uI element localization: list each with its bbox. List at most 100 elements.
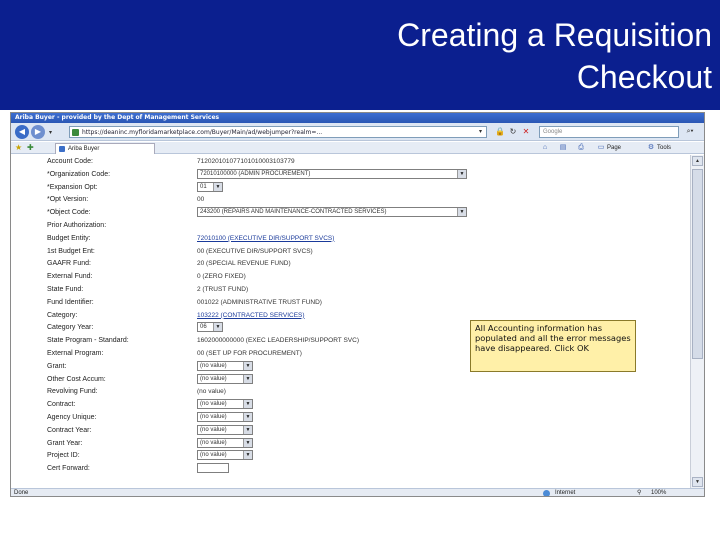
- history-dropdown-icon[interactable]: ▾: [49, 129, 52, 136]
- field-label: *Object Code:: [47, 209, 91, 217]
- field-value: 0 (ZERO FIXED): [197, 273, 246, 281]
- form-row: Contract Year: (no value) ▼: [11, 424, 689, 436]
- field-select[interactable]: 72010100000 (ADMIN PROCUREMENT) ▼: [197, 168, 467, 179]
- field-label: External Program:: [47, 350, 104, 357]
- form-row: Project ID: (no value) ▼: [11, 450, 689, 461]
- field-select[interactable]: (no value) ▼: [197, 450, 253, 461]
- zoom-icon[interactable]: ⚲: [637, 489, 641, 496]
- field-link[interactable]: 72010100 (EXECUTIVE DIR/SUPPORT SVCS): [197, 233, 334, 244]
- chevron-down-icon[interactable]: ▼: [243, 374, 252, 383]
- status-text: Done: [14, 490, 29, 496]
- form-row: Contract: (no value) ▼: [11, 399, 689, 410]
- field-value: 2 (TRUST FUND): [197, 286, 249, 293]
- field-select[interactable]: (no value) ▼: [197, 360, 253, 371]
- tab-ariba-buyer[interactable]: Ariba Buyer: [55, 143, 155, 154]
- field-label: Contract:: [47, 401, 76, 409]
- field-label: State Program - Standard:: [47, 337, 129, 345]
- home-icon[interactable]: ⌂: [541, 144, 549, 152]
- browser-window: Ariba Buyer - provided by the Dept of Ma…: [10, 112, 705, 497]
- lock-icon[interactable]: 🔒: [495, 127, 505, 137]
- address-bar[interactable]: https://deaninc.myfloridamarketplace.com…: [69, 126, 487, 138]
- field-select[interactable]: (no value) ▼: [197, 373, 253, 384]
- field-select[interactable]: (no value) ▼: [197, 437, 253, 448]
- field-label: Category:: [47, 311, 78, 319]
- chevron-down-icon[interactable]: ▼: [243, 425, 252, 434]
- form-row: External Fund: 0 (ZERO FIXED): [11, 271, 689, 282]
- field-label: External Fund:: [47, 273, 93, 281]
- field-label: Prior Authorization:: [47, 222, 107, 229]
- search-input[interactable]: Google: [539, 126, 679, 138]
- form-row: Grant Year: (no value) ▼: [11, 437, 689, 449]
- field-value: 712020101077101010003103779: [197, 158, 295, 165]
- search-icon[interactable]: ⌕▾: [682, 126, 698, 138]
- field-value: 20 (SPECIAL REVENUE FUND): [197, 260, 291, 268]
- field-select-value: (no value): [200, 426, 227, 433]
- address-dropdown-icon[interactable]: ▾: [479, 128, 482, 135]
- chevron-down-icon[interactable]: ▼: [213, 323, 222, 332]
- chevron-down-icon[interactable]: ▼: [243, 400, 252, 409]
- vertical-scrollbar[interactable]: ▲ ▼: [690, 155, 704, 488]
- field-label: *Opt Version:: [47, 196, 89, 204]
- chevron-down-icon[interactable]: ▼: [213, 182, 222, 191]
- form-row: *Organization Code: 72010100000 (ADMIN PR…: [11, 168, 689, 180]
- field-label: Grant Year:: [47, 439, 83, 447]
- form-row: Category: 103222 (CONTRACTED SERVICES): [11, 310, 689, 321]
- back-button[interactable]: ◀: [15, 125, 29, 139]
- forward-button[interactable]: ▶: [31, 125, 45, 139]
- field-select[interactable]: (no value) ▼: [197, 399, 253, 410]
- status-bar: Done Internet ⚲ 100%: [11, 488, 704, 496]
- chevron-down-icon[interactable]: ▼: [243, 438, 252, 447]
- field-input[interactable]: [197, 463, 229, 474]
- navigation-bar: ◀ ▶ ▾ https://deaninc.myfloridamarketpla…: [11, 123, 704, 141]
- field-value: 00: [197, 196, 205, 204]
- field-select[interactable]: 06 ▼: [197, 322, 223, 333]
- chevron-down-icon[interactable]: ▼: [243, 413, 252, 421]
- favorites-star-icon[interactable]: ★: [15, 143, 22, 153]
- stop-icon[interactable]: ✕: [521, 127, 531, 137]
- window-title: Ariba Buyer - provided by the Dept of Ma…: [11, 113, 704, 123]
- field-value: 00 (SET UP FOR PROCUREMENT): [197, 350, 302, 357]
- field-select[interactable]: (no value) ▼: [197, 424, 253, 435]
- form-row: Prior Authorization:: [11, 220, 689, 231]
- feeds-icon[interactable]: ▤: [559, 144, 567, 152]
- field-value: (no value): [197, 388, 226, 396]
- scroll-up-button[interactable]: ▲: [692, 156, 703, 166]
- tab-bar: ★ ✚ Ariba Buyer ⌂ ▤ ⎙ ▭ Page ⚙ Tools: [11, 142, 704, 154]
- field-label: Agency Unique:: [47, 414, 97, 421]
- field-select[interactable]: 243200 (REPAIRS AND MAINTENANCE-CONTRACT…: [197, 207, 467, 218]
- field-label: Fund Identifier:: [47, 298, 94, 306]
- chevron-down-icon[interactable]: ▼: [457, 208, 466, 217]
- instruction-callout: All Accounting information has populated…: [470, 320, 636, 372]
- field-label: Cert Forward:: [47, 465, 90, 473]
- tools-menu[interactable]: Tools: [657, 143, 671, 153]
- form-row: Other Cost Accum: (no value) ▼: [11, 373, 689, 385]
- field-select-value: 06: [200, 324, 207, 331]
- globe-icon: [543, 490, 550, 496]
- field-select-value: (no value): [200, 414, 227, 420]
- form-row: *Expansion Opt: 01 ▼: [11, 181, 689, 193]
- scroll-thumb[interactable]: [692, 169, 703, 359]
- slide-header: Creating a Requisition Checkout: [0, 0, 720, 110]
- field-link[interactable]: 103222 (CONTRACTED SERVICES): [197, 310, 305, 321]
- field-select-value: 72010100000 (ADMIN PROCUREMENT): [200, 170, 311, 177]
- scroll-down-button[interactable]: ▼: [692, 477, 703, 487]
- field-label: Other Cost Accum:: [47, 375, 106, 383]
- field-label: Grant:: [47, 362, 67, 370]
- secure-site-icon: [72, 129, 79, 136]
- field-label: GAAFR Fund:: [47, 260, 91, 268]
- security-zone: Internet: [555, 490, 576, 496]
- zoom-level[interactable]: 100%: [651, 489, 666, 496]
- print-icon[interactable]: ⎙: [577, 144, 585, 152]
- chevron-down-icon[interactable]: ▼: [243, 451, 252, 460]
- form-row: 1st Budget Ent: 00 (EXECUTIVE DIR/SUPPORT…: [11, 246, 689, 257]
- refresh-icon[interactable]: ↻: [508, 127, 518, 137]
- chevron-down-icon[interactable]: ▼: [243, 361, 252, 370]
- field-select-value: 243200 (REPAIRS AND MAINTENANCE-CONTRACT…: [200, 209, 387, 216]
- form-row: GAAFR Fund: 20 (SPECIAL REVENUE FUND): [11, 258, 689, 269]
- field-select[interactable]: (no value) ▼: [197, 412, 253, 422]
- chevron-down-icon[interactable]: ▼: [457, 169, 466, 178]
- field-select[interactable]: 01 ▼: [197, 181, 223, 192]
- add-favorite-icon[interactable]: ✚: [27, 143, 34, 153]
- form-row: Cert Forward:: [11, 463, 689, 474]
- page-menu[interactable]: Page: [607, 143, 621, 153]
